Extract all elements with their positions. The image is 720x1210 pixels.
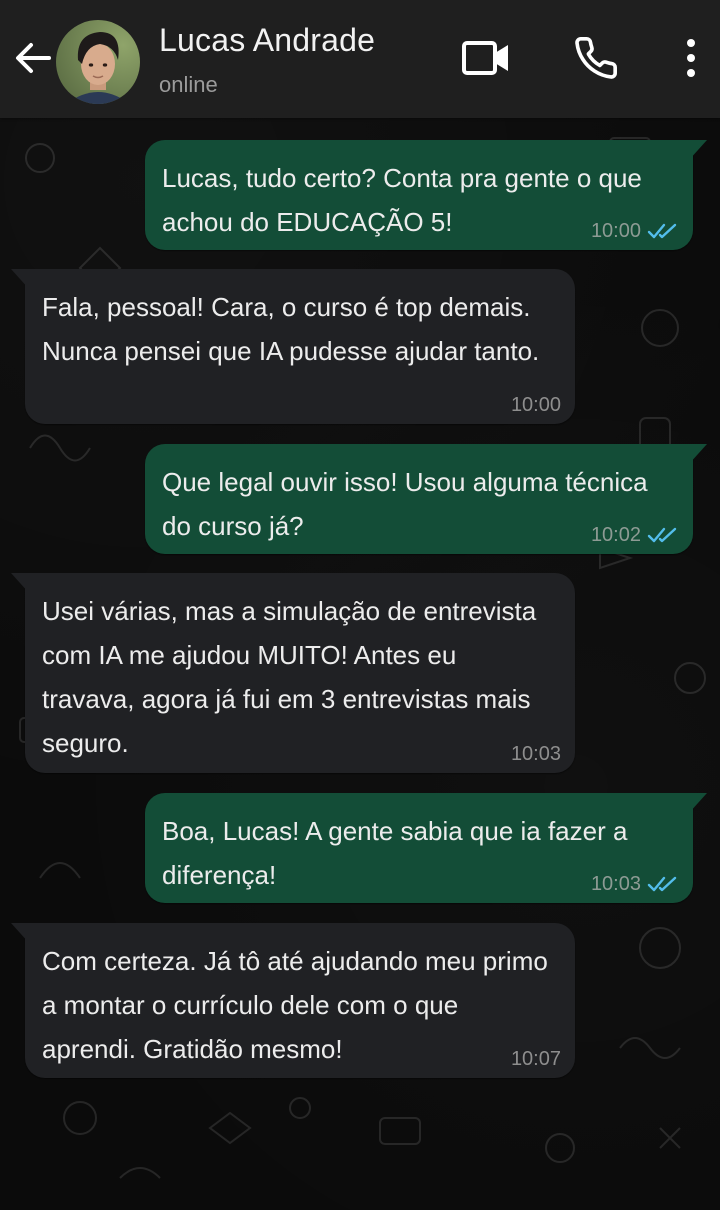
message-bubble-incoming[interactable]: Usei várias, mas a simulação de entrevis… (11, 573, 575, 773)
message-time: 10:00 (510, 394, 561, 416)
message-meta: 10:00 (511, 394, 561, 416)
contact-status: online (159, 72, 218, 97)
message-bubble-outgoing[interactable]: Lucas, tudo certo? Conta pra gente o que… (145, 140, 707, 250)
video-call-icon (462, 41, 508, 75)
message-meta: 10:02 (591, 524, 679, 546)
message-bubble-incoming[interactable]: Fala, pessoal! Cara, o curso é top demai… (11, 269, 575, 424)
message-time: 10:02 (590, 524, 641, 546)
contact-info[interactable]: Lucas Andrade online (159, 22, 449, 102)
avatar[interactable] (56, 20, 140, 104)
message-meta: 10:03 (591, 873, 679, 895)
read-ticks-icon (647, 223, 677, 239)
phone-icon (575, 37, 617, 79)
message-time: 10:00 (590, 220, 641, 242)
bubble-tail (11, 923, 29, 943)
chat-header: Lucas Andrade online (0, 0, 720, 118)
message-text: Fala, pessoal! Cara, o curso é top demai… (42, 292, 540, 366)
message-bubble-outgoing[interactable]: Boa, Lucas! A gente sabia que ia fazer a… (145, 793, 707, 903)
message-meta: 10:00 (591, 220, 679, 242)
message-meta: 10:07 (511, 1048, 561, 1070)
bubble-tail (689, 444, 707, 464)
bubble-tail (11, 573, 29, 593)
contact-name: Lucas Andrade (159, 22, 376, 58)
video-call-button[interactable] (455, 30, 517, 86)
message-time: 10:03 (590, 873, 641, 895)
read-ticks-icon (647, 527, 677, 543)
message-text: Com certeza. Já tô até ajudando meu prim… (42, 946, 548, 1064)
read-ticks-icon (647, 876, 677, 892)
more-options-button[interactable] (672, 30, 710, 86)
chat-screen: Lucas Andrade online Lucas, tudo certo? … (0, 0, 720, 1210)
message-time: 10:07 (510, 1048, 561, 1070)
back-arrow-icon (16, 43, 51, 73)
message-time: 10:03 (510, 743, 561, 765)
message-bubble-incoming[interactable]: Com certeza. Já tô até ajudando meu prim… (11, 923, 575, 1078)
message-meta: 10:03 (511, 743, 561, 765)
message-text: Usei várias, mas a simulação de entrevis… (42, 596, 537, 758)
voice-call-button[interactable] (568, 30, 624, 86)
bubble-tail (11, 269, 29, 289)
more-vertical-icon (687, 39, 695, 77)
back-button[interactable] (8, 33, 58, 83)
bubble-tail (689, 793, 707, 813)
message-list: Lucas, tudo certo? Conta pra gente o que… (0, 118, 720, 1210)
message-bubble-outgoing[interactable]: Que legal ouvir isso! Usou alguma técnic… (145, 444, 707, 554)
bubble-tail (689, 140, 707, 160)
